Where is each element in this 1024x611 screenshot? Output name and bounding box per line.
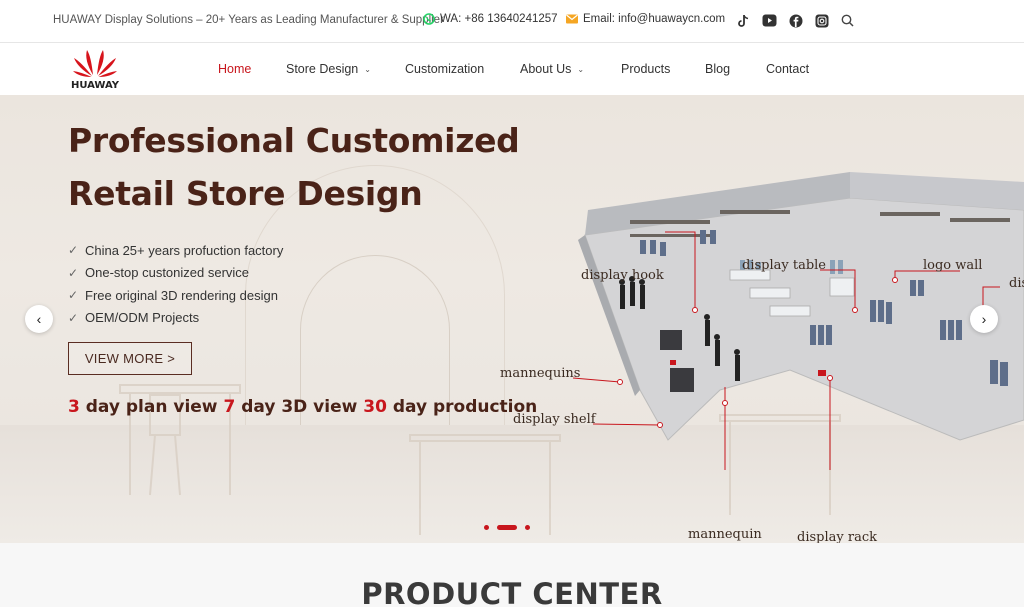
nav-blog[interactable]: Blog <box>705 62 766 76</box>
hero-slider: Professional Customized Retail Store Des… <box>0 95 1024 543</box>
section-title: PRODUCT CENTER <box>361 577 663 611</box>
production-timeline: 3 day plan view 7 day 3D view 30 day pro… <box>68 397 538 417</box>
email-contact[interactable]: Email: info@huawaycn.com <box>566 13 725 25</box>
chevron-down-icon: ⌄ <box>577 64 585 74</box>
whatsapp-number: WA: +86 13640241257 <box>440 13 558 25</box>
nav-contact[interactable]: Contact <box>766 62 809 76</box>
list-item: ✓ One-stop custonized service <box>68 265 250 281</box>
top-bar: HUAWAY Display Solutions – 20+ Years as … <box>0 0 1024 43</box>
email-address: Email: info@huawaycn.com <box>583 13 726 25</box>
huaway-flower-icon: HUAWAY <box>71 50 120 91</box>
huaway-logo[interactable]: HUAWAY <box>64 46 126 91</box>
nav-products[interactable]: Products <box>621 62 705 76</box>
check-icon: ✓ <box>68 265 79 280</box>
slider-pagination <box>484 525 530 530</box>
instagram-icon[interactable] <box>814 13 829 28</box>
label-logo-wall: logo wall <box>923 258 983 273</box>
nav-store-design[interactable]: Store Design ⌄ <box>286 62 405 76</box>
tagline: HUAWAY Display Solutions – 20+ Years as … <box>53 14 444 26</box>
hero-feature-list: ✓ China 25+ years profuction factory ✓ One… <box>68 239 283 329</box>
nav-home[interactable]: Home <box>218 62 286 76</box>
whatsapp-icon <box>423 13 435 25</box>
hero-title-line2: Retail Store Design <box>68 174 423 213</box>
search-icon[interactable] <box>840 13 855 28</box>
slider-next-button[interactable]: › <box>970 305 998 333</box>
tiktok-icon[interactable] <box>736 13 751 28</box>
view-more-button[interactable]: VIEW MORE > <box>68 342 192 375</box>
chevron-right-icon: › <box>981 311 987 327</box>
label-display-rack: display rack <box>797 530 877 543</box>
product-center-section: PRODUCT CENTER <box>0 543 1024 611</box>
facebook-icon[interactable] <box>788 13 803 28</box>
list-item: ✓ China 25+ years profuction factory <box>68 242 284 258</box>
slide-dot-active[interactable] <box>497 525 517 530</box>
slide-dot[interactable] <box>484 525 489 530</box>
label-display-table: display table <box>742 258 827 273</box>
label-mannequin: mannequin <box>688 527 762 542</box>
label-display-cut: dis <box>1009 276 1024 291</box>
social-links <box>736 13 855 28</box>
hero-title-line1: Professional Customized <box>68 121 520 160</box>
label-display-hook: display hook <box>581 268 664 283</box>
check-icon: ✓ <box>68 243 79 258</box>
label-mannequins: mannequins <box>500 366 581 381</box>
slider-prev-button[interactable]: ‹ <box>25 305 53 333</box>
svg-text:HUAWAY: HUAWAY <box>71 80 120 90</box>
label-display-shelf: display shelf <box>513 412 596 427</box>
youtube-icon[interactable] <box>762 13 777 28</box>
list-item: ✓ Free original 3D rendering design <box>68 287 278 303</box>
whatsapp-contact[interactable]: WA: +86 13640241257 <box>423 13 558 25</box>
check-icon: ✓ <box>68 288 79 303</box>
main-navbar: HUAWAY Home Store Design ⌄ Customization … <box>0 43 1024 95</box>
list-item: ✓ OEM/ODM Projects <box>68 310 200 326</box>
nav-about-us[interactable]: About Us ⌄ <box>520 62 621 76</box>
envelope-icon <box>566 14 578 24</box>
check-icon: ✓ <box>68 310 79 325</box>
nav-customization[interactable]: Customization <box>405 62 520 76</box>
chevron-left-icon: ‹ <box>36 311 42 327</box>
primary-nav: Home Store Design ⌄ Customization About U… <box>218 62 809 76</box>
store-layout-diagram: display hook display table logo wall dis… <box>490 150 1024 543</box>
slide-dot[interactable] <box>525 525 530 530</box>
chevron-down-icon: ⌄ <box>364 64 371 74</box>
